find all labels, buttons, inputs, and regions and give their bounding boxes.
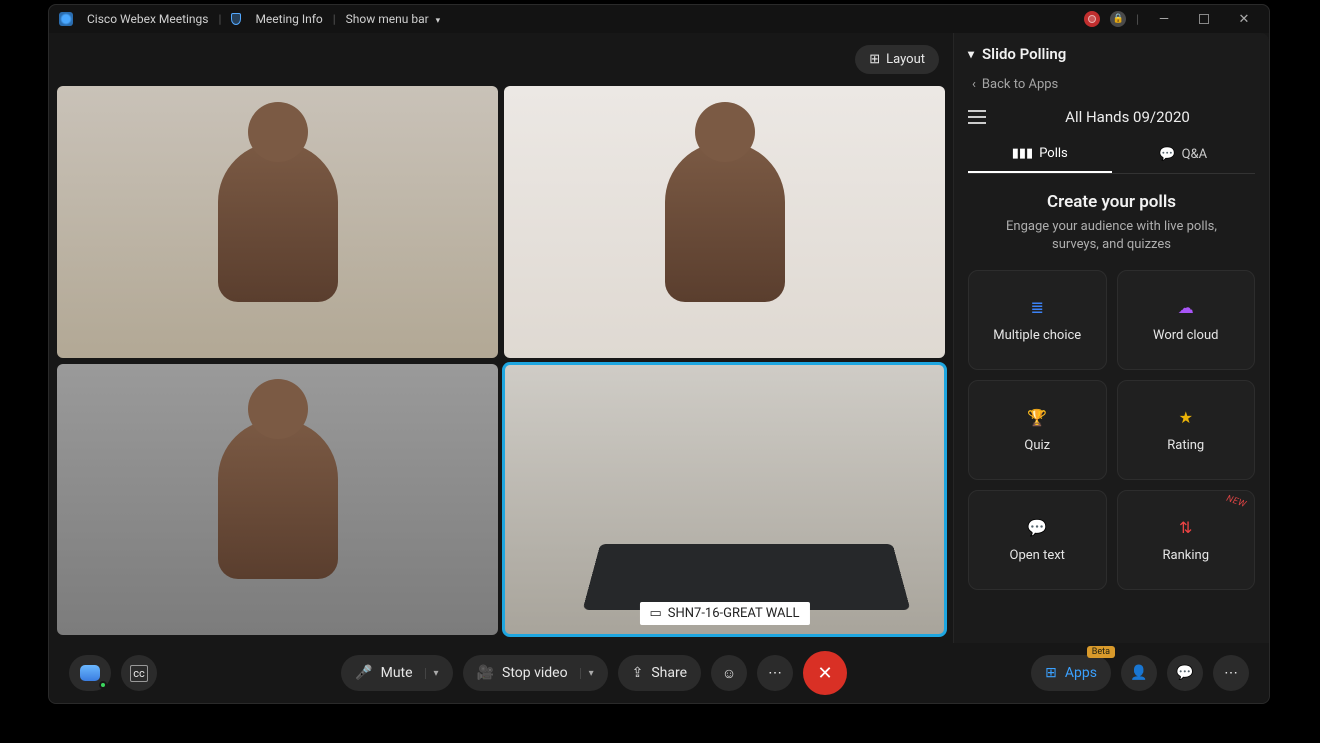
poll-card-label: Multiple choice: [993, 328, 1081, 343]
captions-button[interactable]: cc: [121, 655, 157, 691]
beta-badge: Beta: [1087, 646, 1115, 658]
section-title: Create your polls: [968, 192, 1255, 212]
chat-icon: 💬: [1176, 665, 1193, 681]
poll-card-quiz[interactable]: 🏆 Quiz: [968, 380, 1107, 480]
meeting-name-label: All Hands 09/2020: [1000, 108, 1255, 126]
chevron-down-icon: ▾: [436, 16, 441, 26]
multiple-choice-icon: ≣: [1027, 298, 1047, 318]
panel-section-header: Create your polls Engage your audience w…: [968, 192, 1255, 254]
close-icon: ✕: [817, 663, 832, 684]
grid-icon: ⊞: [869, 52, 880, 67]
reactions-button[interactable]: ☺: [711, 655, 747, 691]
tab-polls[interactable]: ▮▮▮ Polls: [968, 136, 1112, 173]
participant-tile-active[interactable]: ▭ SHN7-16-GREAT WALL: [504, 364, 945, 636]
microphone-icon: 🎤: [355, 665, 372, 681]
mute-button[interactable]: 🎤 Mute ▾: [341, 655, 452, 691]
new-badge: NEW: [1224, 494, 1247, 510]
quiz-icon: 🏆: [1027, 408, 1047, 428]
bottom-bar: cc 🎤 Mute ▾ 🎥 Stop video ▾ ⇪ Share ☺ ⋯ ✕: [49, 643, 1269, 703]
chevron-down-icon[interactable]: ▾: [425, 668, 447, 679]
layout-button[interactable]: ⊞ Layout: [855, 45, 939, 74]
assistant-button[interactable]: [69, 655, 111, 691]
title-bar: Cisco Webex Meetings | Meeting Info | Sh…: [49, 5, 1269, 33]
ranking-icon: ⇅: [1176, 518, 1196, 538]
presence-dot-icon: [99, 681, 107, 689]
poll-card-rating[interactable]: ★ Rating: [1117, 380, 1256, 480]
share-button[interactable]: ⇪ Share: [618, 655, 701, 691]
cc-icon: cc: [130, 665, 148, 682]
tab-qa[interactable]: 💬 Q&A: [1112, 136, 1256, 173]
poll-type-grid: ≣ Multiple choice ☁ Word cloud 🏆 Quiz ★ Rating 💬…: [968, 270, 1255, 590]
webex-logo-icon: [59, 12, 73, 26]
shield-icon: [231, 13, 241, 25]
participant-tile[interactable]: [504, 86, 945, 358]
poll-card-label: Word cloud: [1153, 328, 1218, 343]
panel-title-row[interactable]: ▾ Slido Polling: [968, 45, 1255, 63]
camera-icon: 🎥: [477, 665, 494, 681]
separator: |: [1136, 12, 1139, 26]
main-body: ⊞ Layout ▭ SHN7-16-GREAT WALL ▾: [49, 33, 1269, 643]
poll-card-word-cloud[interactable]: ☁ Word cloud: [1117, 270, 1256, 370]
poll-card-ranking[interactable]: ⇅ Ranking NEW: [1117, 490, 1256, 590]
open-text-icon: 💬: [1027, 518, 1047, 538]
share-icon: ⇪: [632, 665, 644, 681]
lock-indicator-icon[interactable]: 🔒: [1110, 11, 1126, 27]
participant-tile[interactable]: [57, 364, 498, 636]
separator: |: [333, 12, 336, 26]
laptop-icon: ▭: [649, 606, 661, 621]
poll-card-multiple-choice[interactable]: ≣ Multiple choice: [968, 270, 1107, 370]
bar-chart-icon: ▮▮▮: [1012, 146, 1033, 161]
poll-card-label: Quiz: [1024, 438, 1050, 453]
stop-video-button[interactable]: 🎥 Stop video ▾: [463, 655, 608, 691]
participant-name-label: ▭ SHN7-16-GREAT WALL: [639, 602, 809, 625]
record-indicator-icon[interactable]: [1084, 11, 1100, 27]
app-window: Cisco Webex Meetings | Meeting Info | Sh…: [48, 4, 1270, 704]
separator: |: [219, 12, 222, 26]
video-grid: ▭ SHN7-16-GREAT WALL: [57, 86, 945, 635]
chat-button[interactable]: 💬: [1167, 655, 1203, 691]
back-to-apps-link[interactable]: ‹ Back to Apps: [972, 77, 1255, 92]
video-stage: ⊞ Layout ▭ SHN7-16-GREAT WALL: [49, 33, 953, 643]
chevron-down-icon[interactable]: ▾: [580, 668, 602, 679]
leave-meeting-button[interactable]: ✕: [803, 651, 847, 695]
panel-options-button[interactable]: ⋯: [1213, 655, 1249, 691]
poll-card-open-text[interactable]: 💬 Open text: [968, 490, 1107, 590]
poll-card-label: Rating: [1167, 438, 1204, 453]
apps-button[interactable]: ⊞ Apps Beta: [1031, 655, 1111, 691]
ellipsis-icon: ⋯: [768, 665, 782, 681]
chat-icon: 💬: [1159, 147, 1175, 162]
assistant-bot-icon: [80, 665, 100, 681]
window-close-button[interactable]: [1229, 12, 1259, 27]
panel-tabs: ▮▮▮ Polls 💬 Q&A: [968, 136, 1255, 174]
rating-icon: ★: [1176, 408, 1196, 428]
smile-icon: ☺: [722, 665, 736, 682]
menu-bar-toggle[interactable]: Show menu bar ▾: [346, 12, 441, 26]
poll-card-label: Open text: [1010, 548, 1065, 563]
meeting-info-link[interactable]: Meeting Info: [255, 12, 322, 26]
window-maximize-button[interactable]: [1199, 14, 1209, 24]
word-cloud-icon: ☁: [1176, 298, 1196, 318]
hamburger-icon[interactable]: [968, 110, 986, 124]
apps-grid-icon: ⊞: [1045, 665, 1057, 681]
side-panel: ▾ Slido Polling ‹ Back to Apps All Hands…: [953, 33, 1269, 643]
window-minimize-button[interactable]: [1149, 12, 1179, 27]
chevron-left-icon: ‹: [972, 77, 976, 92]
more-options-button[interactable]: ⋯: [757, 655, 793, 691]
poll-card-label: Ranking: [1163, 548, 1210, 563]
panel-meeting-header: All Hands 09/2020: [968, 108, 1255, 126]
chevron-down-icon: ▾: [968, 47, 974, 61]
app-name-label: Cisco Webex Meetings: [87, 12, 209, 26]
participants-button[interactable]: 👤: [1121, 655, 1157, 691]
participant-tile[interactable]: [57, 86, 498, 358]
section-subtitle: Engage your audience with live polls, su…: [968, 218, 1255, 254]
person-icon: 👤: [1130, 665, 1147, 681]
ellipsis-icon: ⋯: [1224, 665, 1238, 681]
